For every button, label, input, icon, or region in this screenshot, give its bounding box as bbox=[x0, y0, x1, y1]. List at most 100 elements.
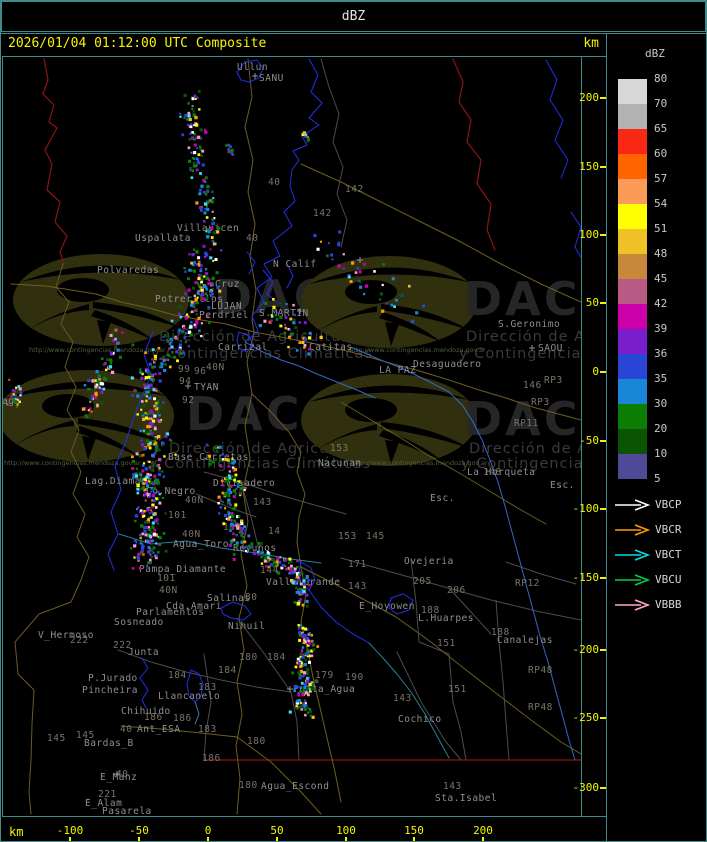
map-label: 94 bbox=[179, 376, 191, 387]
y-axis-label: 0 bbox=[592, 365, 599, 378]
map-label: 145 bbox=[366, 531, 385, 542]
map-label: Divisadero bbox=[213, 478, 275, 489]
y-axis-unit: km bbox=[583, 36, 599, 51]
colorbar-block-45 bbox=[618, 254, 647, 279]
map-label: 142 bbox=[313, 208, 332, 219]
colorbar-block-10 bbox=[618, 429, 647, 454]
x-axis: km -100 -50 0 50 100 150 200 bbox=[2, 816, 606, 841]
info-bar: 2026/01/04 01:12:00 UTC Composite km bbox=[1, 36, 706, 56]
colorbar-label: 42 bbox=[654, 297, 668, 310]
colorbar-block-48 bbox=[618, 229, 647, 254]
map-label: 146 bbox=[523, 380, 542, 391]
radar-map: DACC Dirección de Agricultura y Contingenc… bbox=[2, 56, 582, 817]
map-label: 180 bbox=[239, 780, 258, 791]
map-label: 145 bbox=[47, 733, 66, 744]
y-axis-label: 100 bbox=[579, 228, 599, 241]
colorbar-block-30 bbox=[618, 379, 647, 404]
y-axis-label: -250 bbox=[572, 711, 600, 724]
legend-item-VBCT: VBCT bbox=[607, 548, 706, 562]
legend-label: VBCT bbox=[655, 548, 682, 561]
map-label: 186 bbox=[173, 713, 192, 724]
legend-label: VBCP bbox=[655, 498, 682, 511]
map-label: 40 bbox=[246, 233, 258, 244]
y-axis-label: -150 bbox=[572, 571, 600, 584]
map-label: Sta.Isabel bbox=[435, 793, 497, 804]
map-label: Nacunan bbox=[318, 458, 362, 469]
map-label: S.Geronimo bbox=[498, 319, 560, 330]
colorbar-block-42 bbox=[618, 279, 647, 304]
colorbar-block-60 bbox=[618, 129, 647, 154]
colorbar-label: 39 bbox=[654, 322, 668, 335]
dacc-watermarks: DACCDirección de Agriculturay Contingenc… bbox=[3, 254, 581, 472]
x-axis-tick bbox=[413, 837, 415, 841]
map-label: 40N bbox=[185, 495, 204, 506]
colorbar-label: 48 bbox=[654, 247, 668, 260]
y-axis-label: -50 bbox=[579, 434, 599, 447]
colorbar-top-label: 80 bbox=[654, 72, 668, 85]
map-label: 40N bbox=[206, 362, 225, 373]
map-label: Agua_Escond bbox=[261, 781, 329, 792]
colorbar-block-51 bbox=[618, 204, 647, 229]
map-label: Pampa_Diamante bbox=[139, 564, 226, 575]
map-label: 101 bbox=[157, 573, 176, 584]
x-axis-label: 0 bbox=[204, 824, 212, 837]
dacc-eye-logo bbox=[3, 370, 174, 462]
map-label: Agua_Toro bbox=[173, 539, 229, 550]
watermark-url: http://www.contingencias.mendoza.gov.ar bbox=[349, 346, 486, 354]
map-label: RP3 bbox=[531, 397, 550, 408]
legend-label: VBBB bbox=[655, 598, 682, 611]
dacc-eye-logo bbox=[301, 256, 477, 348]
legend-label: VBCR bbox=[655, 523, 682, 536]
colorbar-block-39 bbox=[618, 304, 647, 329]
colorbar-label: 20 bbox=[654, 422, 668, 435]
watermark-line1: Dirección de Agricultura bbox=[466, 329, 581, 345]
map-label: 40 bbox=[268, 177, 280, 188]
radar-arrow-icon bbox=[615, 549, 651, 561]
map-label: RP48 bbox=[528, 665, 553, 676]
side-panel: dBZ 80 70 65 60 57 54 51 48 45 42 39 36 35 30 20 10 5 VB… bbox=[606, 34, 706, 841]
colorbar-block-36 bbox=[618, 329, 647, 354]
colorbar-label: 60 bbox=[654, 147, 668, 160]
watermark-url: http://www.contingencias.mendoza.gov.ar bbox=[351, 459, 488, 467]
map-label: L.Huarpes bbox=[418, 613, 474, 624]
map-label: Canalejas bbox=[497, 635, 553, 646]
map-label: 205 bbox=[413, 576, 432, 587]
x-axis-label: -50 bbox=[129, 824, 149, 837]
map-label: Polvaredas bbox=[97, 265, 159, 276]
radar-arrow-icon bbox=[615, 599, 651, 611]
map-label: 186 bbox=[144, 712, 163, 723]
map-label: LA PAZ bbox=[379, 365, 416, 376]
map-label: Desaguadero bbox=[413, 359, 481, 370]
colorbar-label: 35 bbox=[654, 372, 668, 385]
map-label: Sosneado bbox=[114, 617, 164, 628]
map-label: RP48 bbox=[528, 702, 553, 713]
radar-arrow-icon bbox=[615, 499, 651, 511]
map-label: 222 bbox=[70, 635, 89, 646]
map-label: Ovejeria bbox=[404, 556, 454, 567]
map-label: Bardas_B bbox=[84, 738, 134, 749]
map-label: 92 bbox=[182, 395, 194, 406]
x-axis-label: 50 bbox=[270, 824, 284, 837]
x-axis-tick bbox=[138, 837, 140, 841]
watermark-brand: DACC bbox=[464, 272, 581, 326]
map-label: P.Jurado bbox=[88, 673, 138, 684]
map-label: Pasarela bbox=[102, 806, 152, 816]
timestamp: 2026/01/04 01:12:00 UTC Composite bbox=[8, 36, 267, 51]
map-label: 153 bbox=[338, 531, 357, 542]
map-label: Esc. bbox=[550, 480, 575, 491]
map-label: Catitas bbox=[309, 342, 353, 353]
map-label: RP3 bbox=[544, 375, 563, 386]
colorbar-block-57 bbox=[618, 154, 647, 179]
map-label: 184 bbox=[267, 652, 286, 663]
map-label: Nihuil bbox=[228, 621, 265, 632]
colorbar-label: 70 bbox=[654, 97, 668, 110]
y-axis-label: 50 bbox=[585, 296, 599, 309]
colorbar-title: dBZ bbox=[645, 47, 665, 60]
dacc-eye-logo bbox=[301, 374, 477, 466]
y-axis-label: 150 bbox=[579, 160, 599, 173]
map-label: Junta bbox=[128, 647, 159, 658]
content-area: 2026/01/04 01:12:00 UTC Composite km DAC… bbox=[1, 33, 706, 841]
map-label: 40N bbox=[159, 585, 178, 596]
map-label: 14 bbox=[268, 526, 280, 537]
map-canvas: DACCDirección de Agriculturay Contingenc… bbox=[3, 58, 581, 816]
